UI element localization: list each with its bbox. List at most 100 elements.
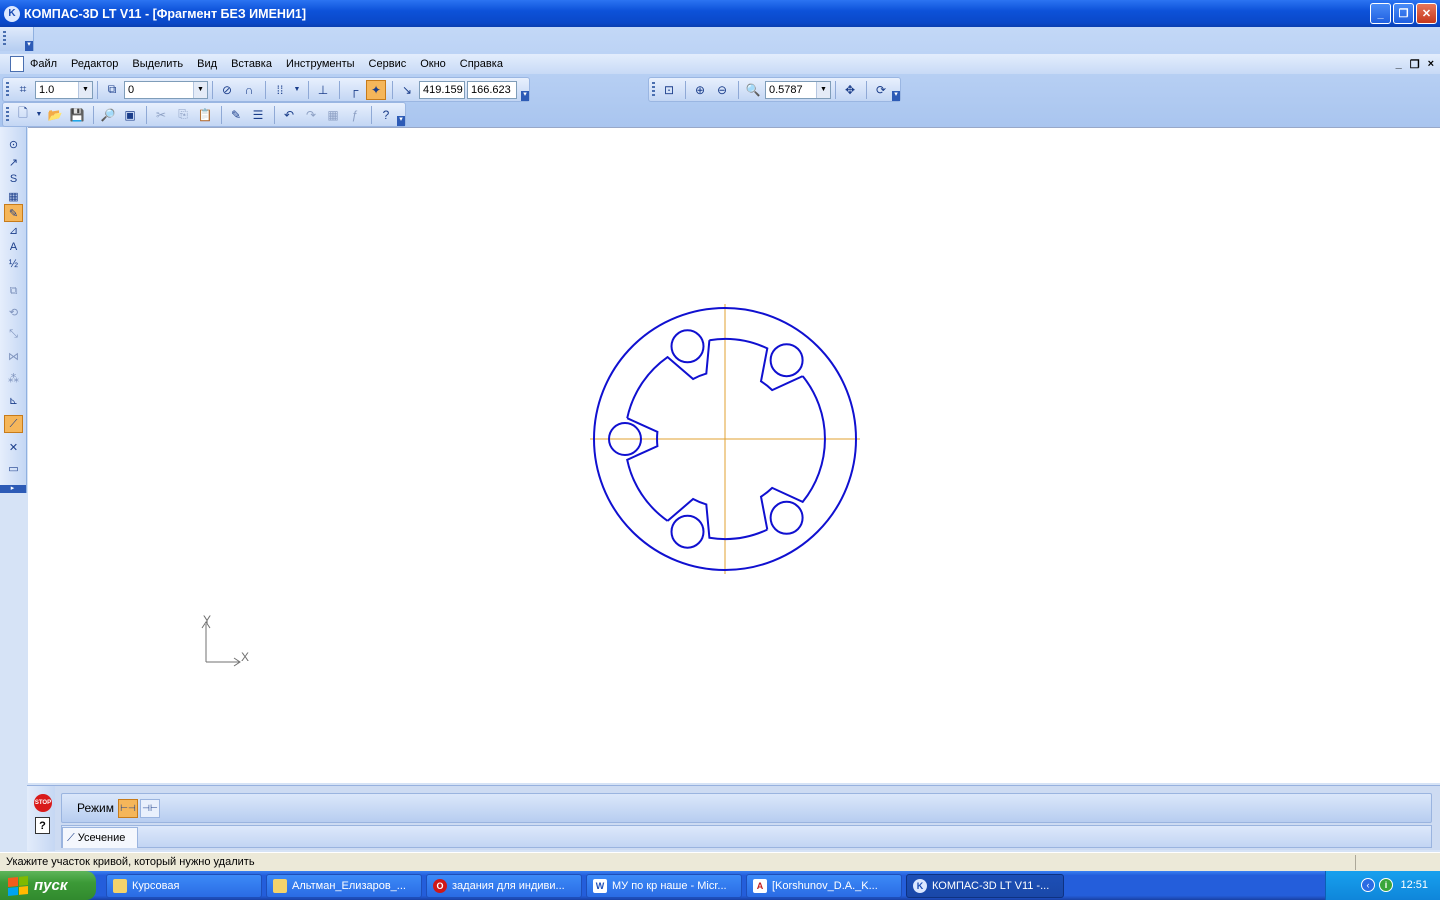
chevron-down-icon[interactable]: ▼ — [35, 105, 43, 125]
hole-circle[interactable] — [670, 329, 705, 364]
zoom-out-icon[interactable]: ⊖ — [712, 80, 732, 100]
split-curve-icon[interactable]: ✕ — [4, 438, 23, 456]
trim-keep-mode-icon[interactable]: ⊣⊢ — [140, 798, 160, 818]
restore-button[interactable]: ❐ — [1393, 3, 1414, 24]
local-snap-icon[interactable]: ⊘ — [217, 80, 237, 100]
hole-circle[interactable] — [769, 500, 804, 535]
undo-icon[interactable]: ↶ — [279, 105, 299, 125]
symmetry-icon[interactable]: ⋈ — [4, 347, 23, 365]
copy-properties-icon[interactable]: ✎ — [226, 105, 246, 125]
menu-help[interactable]: Справка — [460, 58, 503, 70]
trim-curve-icon[interactable]: ⟋ — [4, 415, 23, 433]
snap-step-icon[interactable]: ⌗ — [13, 80, 33, 100]
scale-icon[interactable]: ⤡ — [4, 325, 23, 343]
stop-command-button[interactable]: STOP — [34, 794, 52, 812]
taskbar-item[interactable]: W МУ по кр наше - Micr... — [586, 874, 742, 898]
hole-circle[interactable] — [670, 514, 705, 549]
local-cs-icon[interactable]: ⊥ — [313, 80, 333, 100]
round-mode-icon[interactable]: ✦ — [366, 79, 386, 100]
layer-combo[interactable]: 0 ▼ — [124, 80, 208, 99]
zoom-combo[interactable]: 0.5787 ▼ — [765, 80, 831, 99]
doc-minimize-button[interactable]: _ — [1396, 58, 1402, 71]
copy-icon[interactable]: ⎘ — [173, 105, 193, 125]
variables-icon[interactable]: ƒ — [345, 105, 365, 125]
minimize-button[interactable]: _ — [1370, 3, 1391, 24]
grip-handle[interactable] — [6, 82, 9, 96]
copy-array-icon[interactable]: ⁂ — [4, 369, 23, 387]
taskbar-item[interactable]: O задания для индиви... — [426, 874, 582, 898]
info-icon[interactable]: i — [1379, 878, 1393, 892]
step-combo[interactable]: 1.0 ▼ — [35, 80, 93, 99]
ortho-mode-icon[interactable]: ┌ — [344, 80, 364, 100]
clear-area-icon[interactable]: ▭ — [4, 459, 23, 477]
taskbar-item[interactable]: Альтман_Елизаров_... — [266, 874, 422, 898]
toolbar-options-icon[interactable]: ▾ — [397, 116, 405, 126]
parametrization-icon[interactable]: ▦ — [4, 187, 23, 205]
designations-icon[interactable]: Ѕ — [4, 170, 23, 188]
print-preview-icon[interactable]: 🔎 — [98, 105, 118, 125]
cut-icon[interactable]: ✂ — [151, 105, 171, 125]
start-button[interactable]: пуск — [0, 871, 96, 900]
toolbar-options-icon[interactable]: ▸ — [0, 485, 26, 493]
grip-handle[interactable] — [6, 107, 9, 121]
redo-icon[interactable]: ↷ — [301, 105, 321, 125]
menu-window[interactable]: Окно — [420, 58, 446, 70]
spec-icon[interactable]: ½ — [4, 255, 23, 273]
coord-x-field[interactable]: 419.159 — [419, 80, 465, 99]
rotate-icon[interactable]: ⟲ — [4, 303, 23, 321]
menu-insert[interactable]: Вставка — [231, 58, 272, 70]
zoom-in-icon[interactable]: ⊕ — [690, 80, 710, 100]
geometry-icon[interactable]: ⊙ — [4, 135, 23, 153]
menu-view[interactable]: Вид — [197, 58, 217, 70]
pan-icon[interactable]: ✥ — [840, 80, 860, 100]
menu-select[interactable]: Выделить — [132, 58, 183, 70]
refresh-view-icon[interactable]: ⟳ — [871, 80, 891, 100]
menu-tools[interactable]: Инструменты — [286, 58, 355, 70]
zoom-window-icon[interactable]: ⊡ — [659, 80, 679, 100]
close-button[interactable]: ✕ — [1416, 3, 1437, 24]
save-icon[interactable]: 💾 — [67, 105, 87, 125]
menu-editor[interactable]: Редактор — [71, 58, 118, 70]
open-folder-icon[interactable]: 📂 — [45, 105, 65, 125]
doc-close-button[interactable]: × — [1428, 58, 1434, 71]
coord-y-field[interactable]: 166.623 — [467, 80, 517, 99]
deform-icon[interactable]: ⊾ — [4, 391, 23, 409]
toolbar-options-icon[interactable]: ▾ — [25, 41, 33, 51]
document-manager-icon[interactable]: ▣ — [120, 105, 140, 125]
kompas-app-icon[interactable]: K — [4, 5, 20, 22]
chevron-down-icon[interactable]: ▼ — [292, 80, 302, 100]
trim-segment-mode-icon[interactable]: ⊢⊣ — [118, 798, 138, 818]
drawing-svg[interactable]: Y X — [28, 128, 1440, 784]
taskbar-item[interactable]: A [Korshunov_D.A._K... — [746, 874, 902, 898]
toolbar-options-icon[interactable]: ▾ — [521, 91, 529, 101]
measure-icon[interactable]: ⊿ — [4, 221, 23, 239]
show-hidden-icons-icon[interactable]: ‹ — [1361, 878, 1375, 892]
layers-icon[interactable]: ⧉ — [102, 80, 122, 100]
new-document-icon[interactable]: 🗋 — [13, 105, 33, 125]
taskbar-item[interactable]: K КОМПАС-3D LT V11 -... — [906, 874, 1064, 898]
drawing-canvas[interactable]: Y X — [28, 127, 1440, 783]
grip-handle[interactable] — [652, 82, 655, 96]
editing-icon[interactable]: ✎ — [4, 204, 23, 222]
grip-handle[interactable] — [3, 31, 6, 45]
hole-circle[interactable] — [769, 343, 804, 378]
menu-service[interactable]: Сервис — [369, 58, 407, 70]
chevron-down-icon[interactable]: ▼ — [816, 81, 830, 98]
chevron-down-icon[interactable]: ▼ — [193, 81, 207, 98]
zoom-scale-icon[interactable]: 🔍 — [743, 80, 763, 100]
help-button[interactable]: ? — [35, 817, 50, 834]
compact-toolbar[interactable]: ▾ — [0, 27, 34, 51]
doc-restore-button[interactable]: ❐ — [1410, 58, 1420, 71]
chevron-down-icon[interactable]: ▼ — [78, 81, 92, 98]
document-icon[interactable] — [10, 56, 24, 72]
snaps-magnet-icon[interactable]: ∩ — [239, 80, 259, 100]
move-icon[interactable]: ⧉ — [4, 282, 23, 300]
dimensions-icon[interactable]: ↗ — [4, 153, 23, 171]
properties-icon[interactable]: ☰ — [248, 105, 268, 125]
paste-icon[interactable]: 📋 — [195, 105, 215, 125]
menu-file[interactable]: Файл — [30, 58, 57, 70]
tab-trim[interactable]: ⟋ Усечение — [62, 827, 138, 848]
select-icon[interactable]: A — [4, 238, 23, 256]
context-help-icon[interactable]: ? — [376, 105, 396, 125]
grid-icon[interactable]: ⁞⁞ — [270, 80, 290, 100]
